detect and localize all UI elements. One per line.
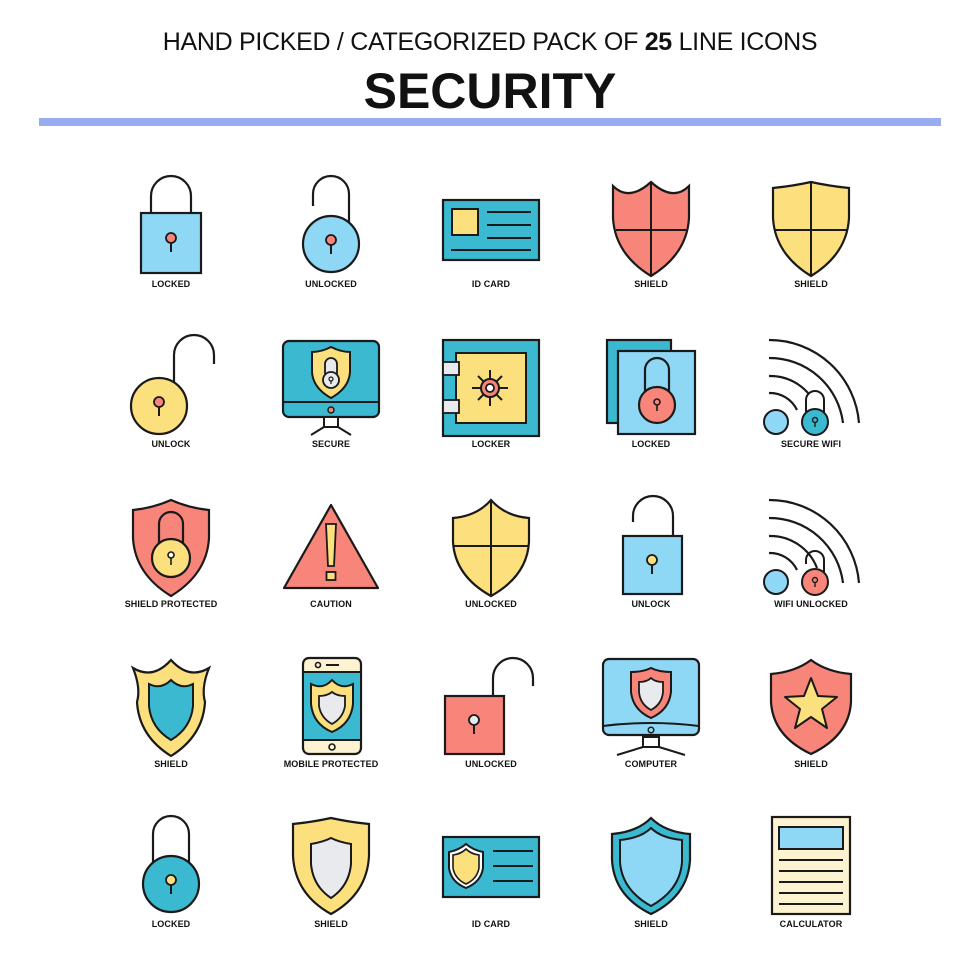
shield-crest-icon (130, 658, 212, 758)
icon-label: MOBILE PROTECTED (283, 759, 379, 769)
icon-cell: SHIELD (731, 640, 891, 800)
icon-cell: UNLOCK (91, 320, 251, 480)
icon-label: SHIELD (634, 279, 668, 289)
shield-cross-yellow-icon (771, 180, 851, 278)
icon-label: WIFI UNLOCKED (774, 599, 848, 609)
icon-cell: SHIELD PROTECTED (91, 480, 251, 640)
icon-cell: COMPUTER (571, 640, 731, 800)
icon-label: SHIELD (314, 919, 348, 929)
monitor-shield-lock-icon (281, 339, 381, 436)
icon-cell: UNLOCKED (251, 160, 411, 320)
icon-cell: SHIELD (91, 640, 251, 800)
icon-cell: CAUTION (251, 480, 411, 640)
padlock-round-open-icon (301, 174, 361, 274)
icon-cell: ID CARD (411, 160, 571, 320)
icon-label: SHIELD (794, 279, 828, 289)
icon-cell: LOCKER (411, 320, 571, 480)
shield-lock-icon (131, 498, 211, 598)
padlock-round-open-yellow-icon (129, 333, 216, 436)
document-calculator-icon (770, 815, 852, 916)
wifi-lock-icon (763, 338, 861, 436)
icon-cell: WIFI UNLOCKED (731, 480, 891, 640)
padlock-open-icon (621, 494, 684, 596)
page-title: SECURITY (363, 63, 617, 119)
icon-cell: SECURE WIFI (731, 320, 891, 480)
icon-label: CAUTION (310, 599, 352, 609)
shield-blue-icon (610, 816, 692, 916)
wifi-lock-open-icon (763, 498, 861, 596)
icon-cell: CALCULATOR (731, 800, 891, 960)
icon-cell: UNLOCK (571, 480, 731, 640)
icon-cell: UNLOCKED (411, 640, 571, 800)
icon-label: UNLOCKED (305, 279, 357, 289)
icon-label: LOCKED (151, 279, 191, 289)
icon-label: LOCKED (151, 919, 191, 929)
icon-label: LOCKED (631, 439, 671, 449)
icon-label: UNLOCKED (465, 759, 517, 769)
documents-lock-icon (605, 338, 697, 436)
icon-label: SHIELD (154, 759, 188, 769)
padlock-round-locked-icon (141, 814, 201, 914)
icon-cell: SHIELD (731, 160, 891, 320)
icon-cell: ID CARD (411, 800, 571, 960)
icon-label: SHIELD (794, 759, 828, 769)
icon-label: CALCULATOR (779, 919, 843, 929)
shield-cross-yellow-icon (451, 498, 531, 598)
subtitle: HAND PICKED / CATEGORIZED PACK OF 25 LIN… (0, 28, 980, 57)
icon-cell: SECURE (251, 320, 411, 480)
padlock-locked-icon (139, 174, 203, 275)
icon-cell: UNLOCKED (411, 480, 571, 640)
icon-cell: LOCKED (91, 800, 251, 960)
icon-cell: SHIELD (251, 800, 411, 960)
icon-label: UNLOCK (151, 439, 191, 449)
icon-label: SECURE (311, 439, 351, 449)
icon-label: COMPUTER (624, 759, 678, 769)
icon-cell: LOCKED (571, 320, 731, 480)
icon-label: UNLOCK (631, 599, 671, 609)
shield-star-icon (769, 658, 853, 756)
icon-cell: SHIELD (571, 800, 731, 960)
safe-vault-icon (441, 338, 541, 438)
shield-yellow-gray-icon (291, 816, 371, 916)
icon-label: SECURE WIFI (780, 439, 842, 449)
icon-label: ID CARD (471, 919, 511, 929)
icon-cell: LOCKED (91, 160, 251, 320)
divider (39, 118, 941, 126)
subtitle-suffix: LINE ICONS (671, 28, 818, 56)
warning-triangle-icon (282, 503, 380, 590)
id-card-shield-icon (441, 835, 541, 899)
padlock-open-coral-icon (443, 656, 535, 756)
icon-cell: SHIELD (571, 160, 731, 320)
shield-cross-coral-icon (611, 180, 691, 278)
id-card-icon (441, 198, 541, 262)
mobile-shield-icon (301, 656, 363, 756)
subtitle-prefix: HAND PICKED / CATEGORIZED PACK OF (162, 28, 645, 56)
icon-label: LOCKER (471, 439, 511, 449)
monitor-shield-icon (601, 657, 701, 756)
icon-label: SHIELD PROTECTED (124, 599, 218, 609)
icon-label: SHIELD (634, 919, 668, 929)
icon-cell: MOBILE PROTECTED (251, 640, 411, 800)
icon-label: UNLOCKED (465, 599, 517, 609)
icon-count: 25 (644, 28, 673, 56)
icon-label: ID CARD (471, 279, 511, 289)
